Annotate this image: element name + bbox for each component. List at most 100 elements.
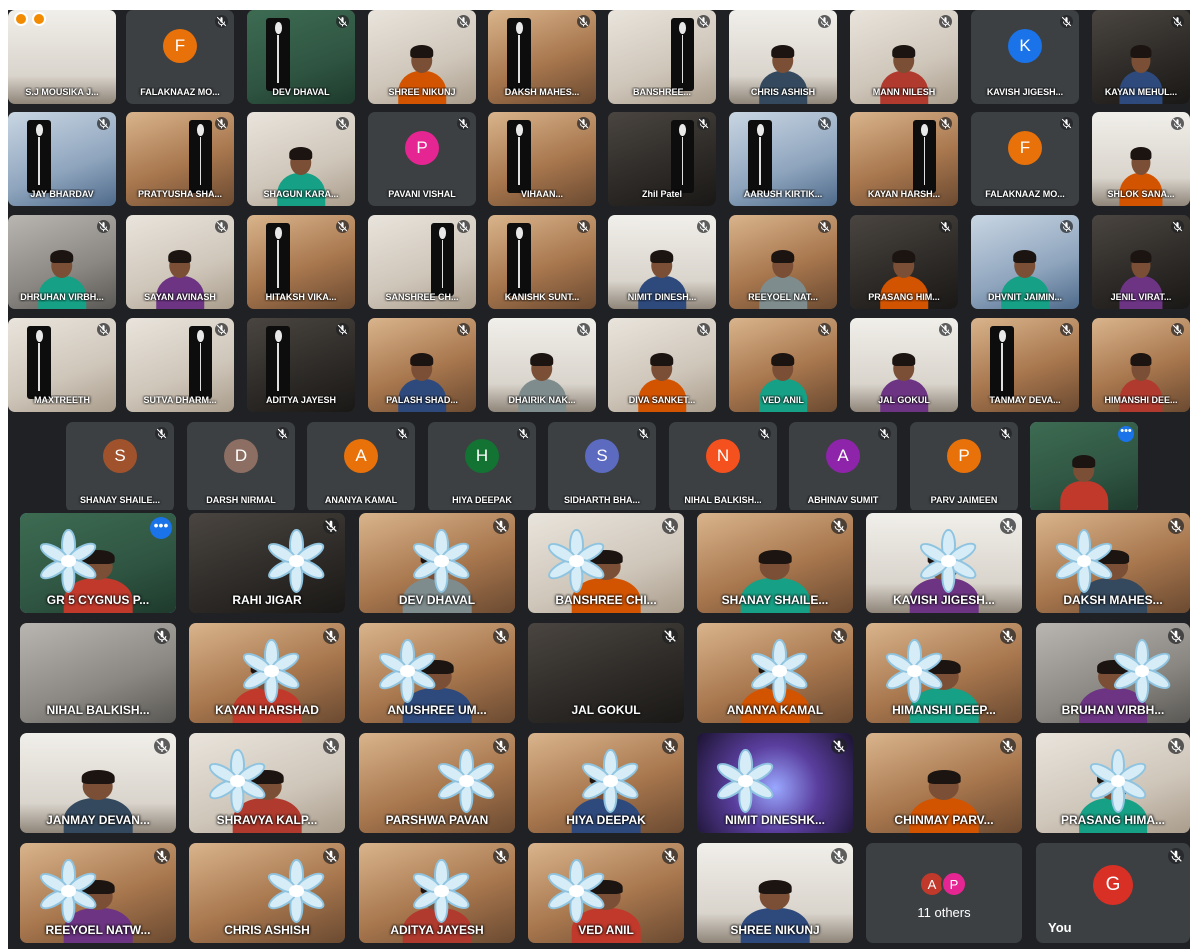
participant-tile[interactable]: F FALAKNAAZ MO... xyxy=(126,10,234,104)
participant-tile[interactable]: KANISHK SUNT... xyxy=(488,215,596,309)
paper-flower xyxy=(1082,749,1153,813)
participant-tile[interactable]: ••• xyxy=(1030,422,1138,510)
participant-tile[interactable]: MANN NILESH xyxy=(850,10,958,104)
skeleton-poster xyxy=(266,325,291,399)
participant-tile[interactable]: KAYAN MEHUL... xyxy=(1092,10,1190,104)
participant-tile[interactable]: DAKSH MAHES... xyxy=(488,10,596,104)
participant-tile[interactable]: DEV DHAVAL xyxy=(247,10,355,104)
participant-tile[interactable]: TANMAY DEVA... xyxy=(971,318,1079,412)
participant-tile[interactable]: BRUHAN VIRBH... xyxy=(1036,623,1190,723)
participant-tile[interactable]: Zhil Patel xyxy=(608,112,716,206)
participant-tile[interactable]: SANSHREE CH... xyxy=(368,215,476,309)
participant-tile[interactable]: SAYAN AVINASH xyxy=(126,215,234,309)
participant-tile[interactable]: A ANANYA KAMAL xyxy=(307,422,415,510)
participant-tile[interactable]: HIMANSHI DEE... xyxy=(1092,318,1190,412)
more-options-icon[interactable]: ••• xyxy=(150,517,172,539)
participant-name: KAVISH JIGESH... xyxy=(893,593,995,607)
participant-tile[interactable]: ADITYA JAYESH xyxy=(359,843,515,943)
participant-tile[interactable]: SHLOK SANA... xyxy=(1092,112,1190,206)
participant-tile[interactable]: BANSHREE... xyxy=(608,10,716,104)
participant-name: FALAKNAAZ MO... xyxy=(985,189,1065,199)
participant-tile[interactable]: A ABHINAV SUMIT xyxy=(789,422,897,510)
participant-tile[interactable]: SHRAVYA KALP... xyxy=(189,733,345,833)
participant-tile[interactable]: PRASANG HIM... xyxy=(850,215,958,309)
participant-tile[interactable]: PRATYUSHA SHA... xyxy=(126,112,234,206)
participant-tile[interactable]: ANUSHREE UM... xyxy=(359,623,515,723)
participant-tile[interactable]: JANMAY DEVAN... xyxy=(20,733,176,833)
participant-tile[interactable]: CHINMAY PARV... xyxy=(866,733,1022,833)
participant-tile[interactable]: D DARSH NIRMAL xyxy=(187,422,295,510)
participant-tile[interactable]: HITAKSH VIKA... xyxy=(247,215,355,309)
paper-flower xyxy=(709,749,781,813)
participant-name: VIHAAN... xyxy=(520,189,563,199)
participant-name: ANUSHREE UM... xyxy=(387,703,487,717)
participant-tile[interactable]: JAL GOKUL xyxy=(850,318,958,412)
participant-tile[interactable]: F FALAKNAAZ MO... xyxy=(971,112,1079,206)
participant-name: HIYA DEEPAK xyxy=(566,813,646,827)
others-tile[interactable]: A P 11 others xyxy=(866,843,1022,943)
participant-tile[interactable]: H HIYA DEEPAK xyxy=(428,422,536,510)
participant-tile[interactable]: CHRIS ASHISH xyxy=(189,843,345,943)
avatar: K xyxy=(1008,28,1042,63)
participant-tile[interactable]: MAXTREETH xyxy=(8,318,116,412)
participant-tile[interactable]: VED ANIL xyxy=(528,843,684,943)
participant-tile[interactable]: KAYAN HARSHAD xyxy=(189,623,345,723)
participant-tile[interactable]: DHVNIT JAIMIN... xyxy=(971,215,1079,309)
participant-tile[interactable]: K KAVISH JIGESH... xyxy=(971,10,1079,104)
participant-tile[interactable]: PRASANG HIMA... xyxy=(1036,733,1190,833)
participant-tile[interactable]: VIHAAN... xyxy=(488,112,596,206)
participant-tile[interactable]: NIMIT DINESH... xyxy=(608,215,716,309)
participant-tile[interactable]: SHREE NIKUNJ xyxy=(368,10,476,104)
participant-tile[interactable]: ANANYA KAMAL xyxy=(697,623,853,723)
avatar: G xyxy=(1093,865,1133,905)
participant-name: ABHINAV SUMIT xyxy=(807,495,879,505)
participant-tile[interactable]: KAVISH JIGESH... xyxy=(866,513,1022,613)
participant-tile[interactable]: CHRIS ASHISH xyxy=(729,10,837,104)
participant-tile[interactable]: HIYA DEEPAK xyxy=(528,733,684,833)
participant-tile[interactable]: BANSHREE CHI... xyxy=(528,513,684,613)
participant-tile[interactable]: REEYOEL NAT... xyxy=(729,215,837,309)
avatar: H xyxy=(465,439,499,474)
participant-tile[interactable]: KAYAN HARSH... xyxy=(850,112,958,206)
participant-tile[interactable]: P PAVANI VISHAL xyxy=(368,112,476,206)
participant-tile[interactable]: DHAIRIK NAK... xyxy=(488,318,596,412)
participant-tile[interactable]: DAKSH MAHES... xyxy=(1036,513,1190,613)
participant-tile[interactable]: RAHI JIGAR xyxy=(189,513,345,613)
participant-tile[interactable]: S SHANAY SHAILE... xyxy=(66,422,174,510)
mic-off-icon xyxy=(1060,323,1073,336)
participant-tile[interactable]: ••• GR 5 CYGNUS P... xyxy=(20,513,176,613)
participant-tile[interactable]: NIHAL BALKISH... xyxy=(20,623,176,723)
participant-name: SUTVA DHARM... xyxy=(143,395,217,405)
self-tile[interactable]: G You xyxy=(1036,843,1190,943)
participant-name: SAYAN AVINASH xyxy=(144,292,216,302)
paper-flower xyxy=(32,859,104,923)
more-options-icon[interactable]: ••• xyxy=(1118,426,1134,442)
participant-tile[interactable]: P PARV JAIMEEN xyxy=(910,422,1018,510)
participant-tile[interactable]: ADITYA JAYESH xyxy=(247,318,355,412)
participant-tile[interactable]: PALASH SHAD... xyxy=(368,318,476,412)
participant-tile[interactable]: SHANAY SHAILE... xyxy=(697,513,853,613)
participant-tile[interactable]: HIMANSHI DEEP... xyxy=(866,623,1022,723)
participant-tile[interactable]: SHAGUN KARA... xyxy=(247,112,355,206)
participant-tile[interactable]: REEYOEL NATW... xyxy=(20,843,176,943)
mic-off-icon xyxy=(637,427,650,440)
participant-tile[interactable]: SUTVA DHARM... xyxy=(126,318,234,412)
participant-tile[interactable]: N NIHAL BALKISH... xyxy=(669,422,777,510)
participant-tile[interactable]: SHREE NIKUNJ xyxy=(697,843,853,943)
participant-tile[interactable]: JAY BHARDAV xyxy=(8,112,116,206)
participant-tile[interactable]: JAL GOKUL xyxy=(528,623,684,723)
skeleton-poster xyxy=(27,325,52,399)
skeleton-poster xyxy=(507,119,532,193)
participant-tile[interactable]: AARUSH KIRTIK... xyxy=(729,112,837,206)
mic-off-icon xyxy=(818,220,831,233)
participant-tile[interactable]: DIVA SANKET... xyxy=(608,318,716,412)
participant-tile[interactable]: VED ANIL xyxy=(729,318,837,412)
paper-flower xyxy=(32,529,104,593)
participant-tile[interactable]: PARSHWA PAVAN xyxy=(359,733,515,833)
participant-tile[interactable]: S SIDHARTH BHA... xyxy=(548,422,656,510)
participant-tile[interactable]: S.J MOUSIKA J... xyxy=(8,10,116,104)
participant-tile[interactable]: DEV DHAVAL xyxy=(359,513,515,613)
participant-tile[interactable]: JENIL VIRAT... xyxy=(1092,215,1190,309)
participant-tile[interactable]: NIMIT DINESHK... xyxy=(697,733,853,833)
participant-tile[interactable]: DHRUHAN VIRBH... xyxy=(8,215,116,309)
